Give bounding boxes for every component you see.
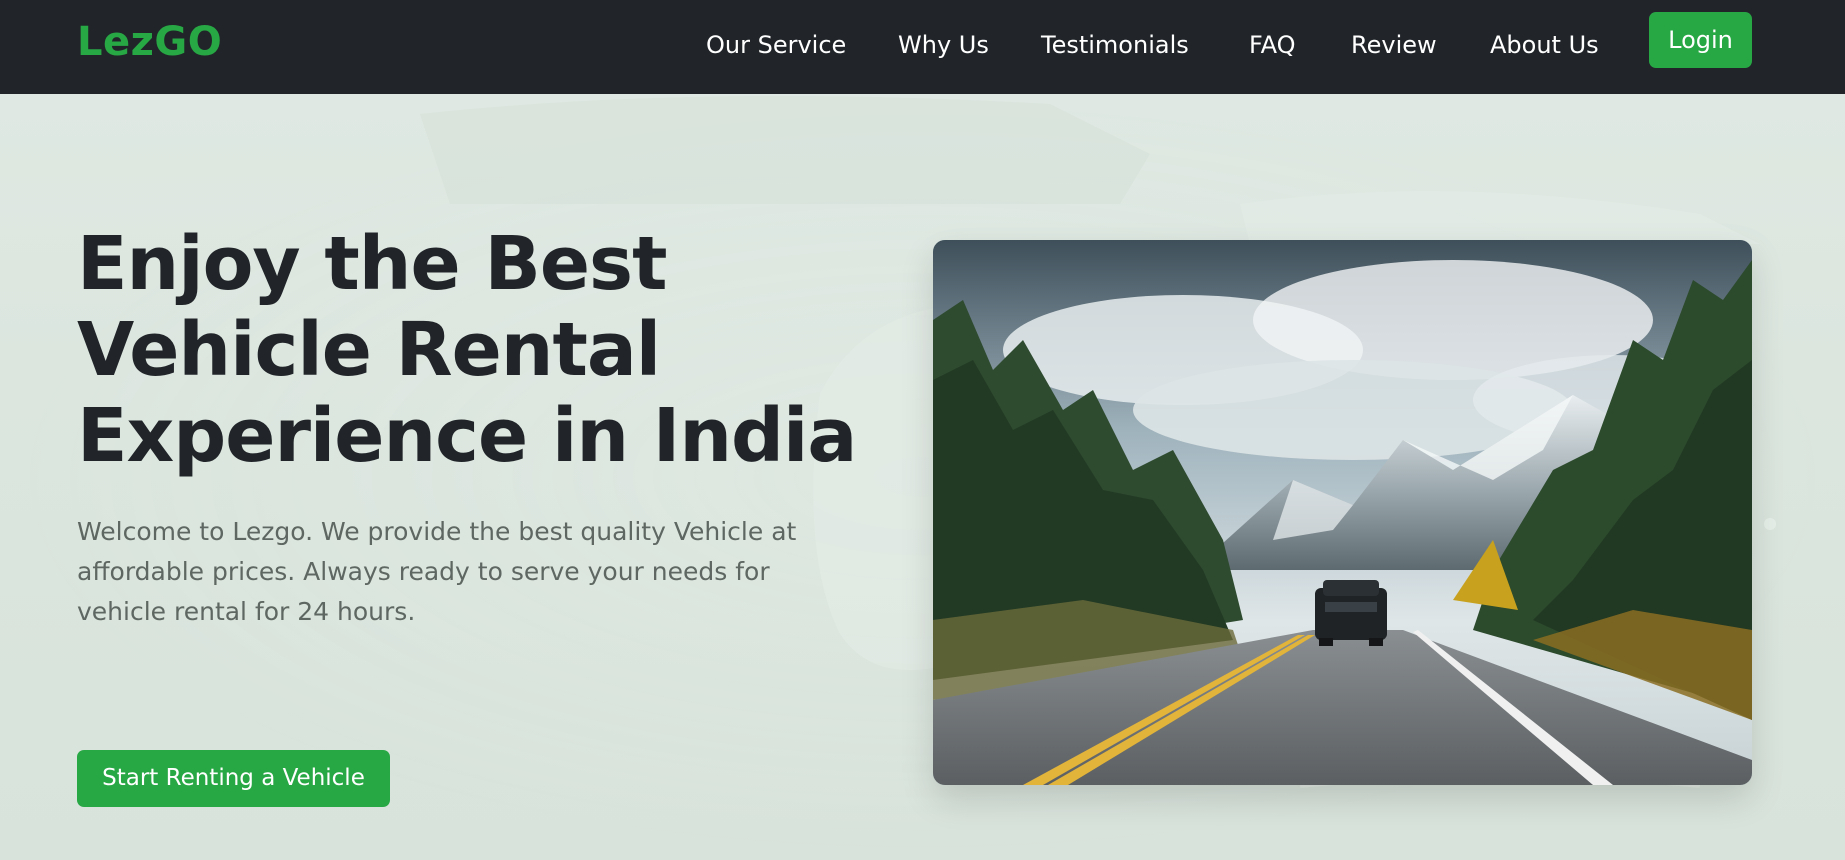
hero-title: Enjoy the Best Vehicle Rental Experience… [77, 221, 857, 479]
hero-description: Welcome to Lezgo. We provide the best qu… [77, 517, 797, 626]
nav-link-faq[interactable]: FAQ [1249, 29, 1296, 61]
nav-link-testimonials[interactable]: Testimonials [1041, 29, 1189, 61]
hero-road-image [933, 240, 1752, 785]
start-renting-button[interactable]: Start Renting a Vehicle [77, 750, 390, 807]
nav-link-review[interactable]: Review [1351, 29, 1437, 61]
nav-link-about-us[interactable]: About Us [1490, 29, 1599, 61]
navbar: LezGO Our Service Why Us Testimonials FA… [0, 0, 1845, 94]
nav-link-why-us[interactable]: Why Us [898, 29, 989, 61]
brand-logo[interactable]: LezGO [77, 20, 222, 64]
nav-link-our-service[interactable]: Our Service [706, 29, 846, 61]
hero-section: Enjoy the Best Vehicle Rental Experience… [0, 94, 1845, 860]
login-button[interactable]: Login [1649, 12, 1752, 68]
